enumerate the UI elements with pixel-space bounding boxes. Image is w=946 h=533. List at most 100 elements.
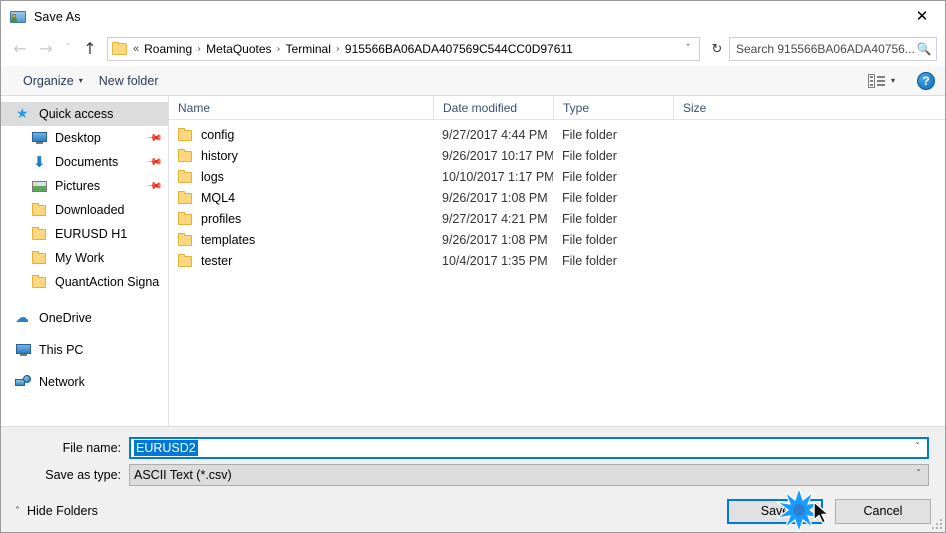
folder-icon	[178, 169, 194, 184]
refresh-icon[interactable]: ↻	[706, 38, 728, 60]
save-as-type-label: Save as type:	[45, 467, 121, 482]
breadcrumb-item-1[interactable]: MetaQuotes	[203, 41, 274, 57]
folder-icon	[178, 148, 194, 163]
sidebar-item-onedrive[interactable]: ☁ OneDrive	[1, 306, 168, 330]
cell-type: File folder	[562, 169, 617, 184]
help-button[interactable]: ?	[917, 71, 935, 90]
column-header-name[interactable]: Name ˄	[169, 96, 433, 120]
forward-button[interactable]: →	[33, 36, 59, 62]
back-button[interactable]: ←	[7, 36, 33, 62]
folder-icon	[178, 211, 194, 226]
organize-button[interactable]: Organize ▾	[15, 71, 91, 91]
star-pin-icon: ★	[16, 106, 29, 122]
breadcrumb-item-2[interactable]: Terminal	[283, 41, 334, 57]
cell-type: File folder	[562, 148, 617, 163]
cell-date-modified: 10/10/2017 1:17 PM	[442, 169, 553, 184]
cell-name: templates	[169, 232, 433, 247]
address-bar-row: ← → ˇ ↑ « Roaming › MetaQuotes › Termina…	[1, 32, 945, 66]
resize-grip[interactable]	[930, 517, 942, 529]
breadcrumb-item-3[interactable]: 915566BA06ADA407569C544CC0D97611	[342, 41, 576, 57]
sidebar-item-this-pc[interactable]: This PC	[1, 338, 168, 362]
chevron-down-icon[interactable]: ˇ	[677, 38, 699, 60]
sidebar-divider	[1, 294, 168, 306]
file-name: tester	[201, 253, 233, 268]
file-name-label: File name:	[62, 440, 121, 455]
folder-icon	[31, 274, 48, 290]
file-name: profiles	[201, 211, 242, 226]
column-header-date-modified[interactable]: Date modified	[433, 96, 553, 120]
toolbar-right-group: ▾ ?	[860, 71, 935, 91]
sidebar-item-label: Quick access	[39, 107, 114, 121]
chevron-up-icon: ˄	[15, 505, 20, 517]
sidebar-item-quantaction-signal[interactable]: QuantAction Signal	[1, 270, 168, 294]
sidebar-item-my-work[interactable]: My Work	[1, 246, 168, 270]
sidebar-item-quick-access[interactable]: ★ Quick access	[1, 102, 168, 126]
column-header-size[interactable]: Size	[673, 96, 753, 120]
column-label: Name	[178, 100, 211, 115]
file-rows: config 9/27/2017 4:44 PM File folder his…	[169, 120, 945, 426]
title-bar: Save As ✕	[1, 1, 945, 32]
change-view-button[interactable]: ▾	[860, 71, 903, 91]
file-name-input[interactable]: EURUSD2 ˇ	[129, 436, 929, 459]
table-row[interactable]: config 9/27/2017 4:44 PM File folder	[169, 124, 945, 145]
table-row[interactable]: templates 9/26/2017 1:08 PM File folder	[169, 229, 945, 250]
breadcrumb-item-0[interactable]: Roaming	[141, 41, 195, 57]
pin-icon[interactable]: 📌	[145, 130, 162, 147]
file-name: logs	[201, 169, 224, 184]
sidebar-item-downloaded[interactable]: Downloaded	[1, 198, 168, 222]
save-as-dialog: Save As ✕ ← → ˇ ↑ « Roaming › MetaQuotes…	[0, 0, 946, 533]
up-button[interactable]: ↑	[77, 36, 103, 62]
search-placeholder: Search 915566BA06ADA40756...	[736, 42, 915, 56]
hide-folders-button[interactable]: ˄ Hide Folders	[15, 504, 98, 518]
column-label: Size	[683, 100, 707, 115]
chevron-right-icon: ›	[276, 43, 281, 55]
folder-icon	[178, 232, 194, 247]
save-as-type-select[interactable]: ASCII Text (*.csv) ˇ	[129, 463, 929, 486]
cell-date-modified: 9/27/2017 4:21 PM	[442, 211, 548, 226]
cancel-button[interactable]: Cancel	[835, 498, 931, 524]
chevron-down-icon[interactable]: ˇ	[908, 439, 927, 457]
table-row[interactable]: MQL4 9/26/2017 1:08 PM File folder	[169, 187, 945, 208]
cell-type: File folder	[562, 190, 617, 205]
organize-label: Organize	[23, 73, 74, 88]
search-input[interactable]: Search 915566BA06ADA40756... 🔍	[729, 37, 937, 61]
monitor-icon	[15, 342, 32, 358]
sidebar-item-eurusd-h1[interactable]: EURUSD H1	[1, 222, 168, 246]
file-name: MQL4	[201, 190, 236, 205]
table-row[interactable]: tester 10/4/2017 1:35 PM File folder	[169, 250, 945, 271]
cell-date-modified: 9/26/2017 1:08 PM	[442, 232, 548, 247]
cell-name: config	[169, 127, 433, 142]
sidebar-item-pictures[interactable]: Pictures 📌	[1, 174, 168, 198]
view-layout-icon	[867, 73, 886, 88]
sidebar-item-label: Documents	[55, 155, 119, 169]
column-label: Date modified	[443, 100, 518, 115]
new-folder-button[interactable]: New folder	[91, 71, 167, 91]
chevron-down-icon[interactable]: ˇ	[909, 465, 928, 485]
file-name-row: File name: EURUSD2 ˇ	[1, 436, 929, 459]
file-name-value: EURUSD2	[134, 439, 198, 456]
sidebar-item-label: OneDrive	[39, 311, 92, 325]
sidebar-item-label: QuantAction Signal	[55, 275, 160, 289]
window-title: Save As	[34, 9, 81, 24]
save-button[interactable]: Save	[727, 498, 823, 524]
pin-icon[interactable]: 📌	[145, 178, 162, 195]
cell-date-modified: 10/4/2017 1:35 PM	[442, 253, 548, 268]
recent-locations-button[interactable]: ˇ	[59, 36, 77, 62]
folder-icon	[31, 250, 48, 266]
table-row[interactable]: profiles 9/27/2017 4:21 PM File folder	[169, 208, 945, 229]
table-row[interactable]: history 9/26/2017 10:17 PM File folder	[169, 145, 945, 166]
breadcrumb-bar[interactable]: « Roaming › MetaQuotes › Terminal › 9155…	[107, 37, 700, 61]
close-icon[interactable]: ✕	[899, 1, 945, 32]
network-icon	[15, 374, 32, 390]
sidebar-item-documents[interactable]: ⬇ Documents 📌	[1, 150, 168, 174]
sidebar-item-network[interactable]: Network	[1, 370, 168, 394]
save-as-type-value: ASCII Text (*.csv)	[134, 467, 232, 482]
column-header-type[interactable]: Type	[553, 96, 673, 120]
table-row[interactable]: logs 10/10/2017 1:17 PM File folder	[169, 166, 945, 187]
breadcrumb-overflow-icon[interactable]: «	[131, 43, 141, 55]
pin-icon[interactable]: 📌	[145, 154, 162, 171]
sidebar-item-desktop[interactable]: Desktop 📌	[1, 126, 168, 150]
cell-type: File folder	[562, 232, 617, 247]
sidebar-item-label: My Work	[55, 251, 105, 265]
desktop-icon	[31, 130, 48, 146]
